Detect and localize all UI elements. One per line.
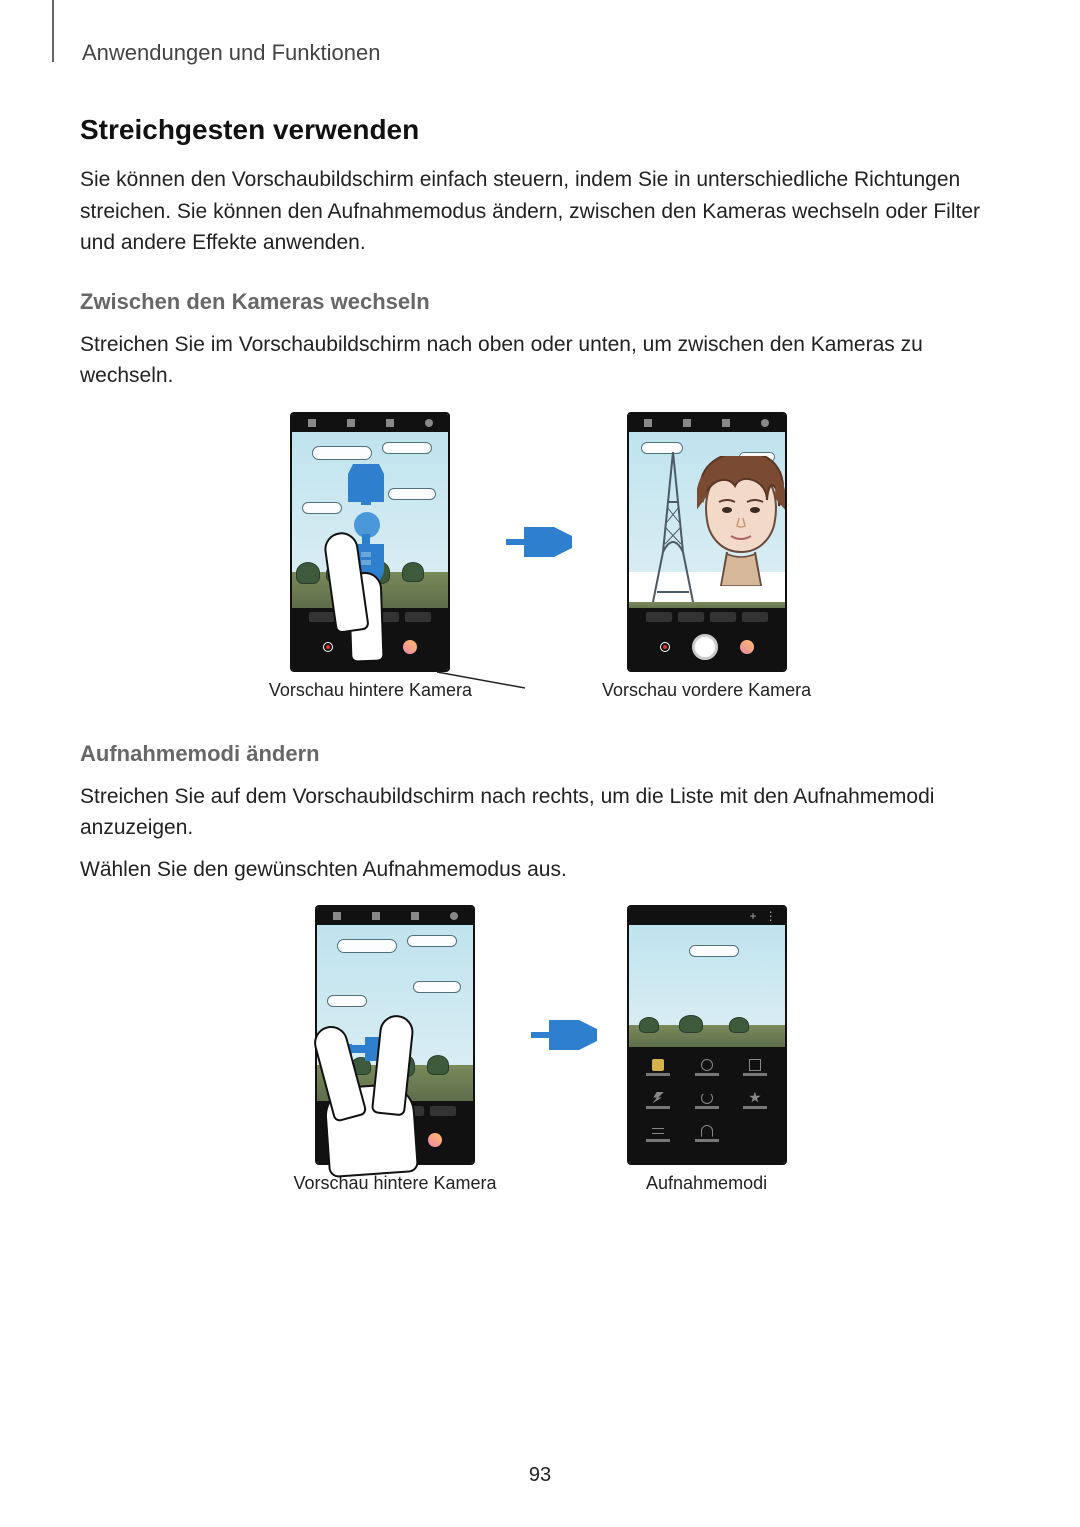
figure-row-modes: Vorschau hintere Kamera + ⋮ <box>80 905 1000 1194</box>
subsection-text-change-modes-1: Streichen Sie auf dem Vorschaubildschirm… <box>80 781 1000 844</box>
subsection-text-switch-cameras: Streichen Sie im Vorschaubildschirm nach… <box>80 329 1000 392</box>
subsection-text-change-modes-2: Wählen Sie den gewünschten Aufnahmemodus… <box>80 854 1000 886</box>
eiffel-tower-icon <box>649 452 697 602</box>
subsection-title-change-modes: Aufnahmemodi ändern <box>80 741 1000 767</box>
transition-arrow-icon <box>527 905 597 1165</box>
page-number: 93 <box>0 1464 1080 1487</box>
hand-illustration-two-fingers <box>328 1015 478 1195</box>
transition-arrow-icon <box>502 412 572 672</box>
section-title-swipe-gestures: Streichgesten verwenden <box>80 114 1000 146</box>
illustration-shooting-modes-list: + ⋮ <box>627 905 787 1165</box>
illustration-front-camera-preview <box>627 412 787 672</box>
section-intro: Sie können den Vorschaubildschirm einfac… <box>80 164 1000 259</box>
figure-row-cameras: Vorschau hintere Kamera <box>80 412 1000 701</box>
caption-front-camera: Vorschau vordere Kamera <box>602 680 811 701</box>
header-tab-line <box>52 0 54 62</box>
subsection-title-switch-cameras: Zwischen den Kameras wechseln <box>80 289 1000 315</box>
hand-illustration <box>329 532 449 702</box>
caption-connector-line <box>437 670 527 690</box>
breadcrumb: Anwendungen und Funktionen <box>82 40 1000 66</box>
selfie-face-illustration <box>697 456 785 586</box>
caption-shooting-modes: Aufnahmemodi <box>646 1173 767 1194</box>
